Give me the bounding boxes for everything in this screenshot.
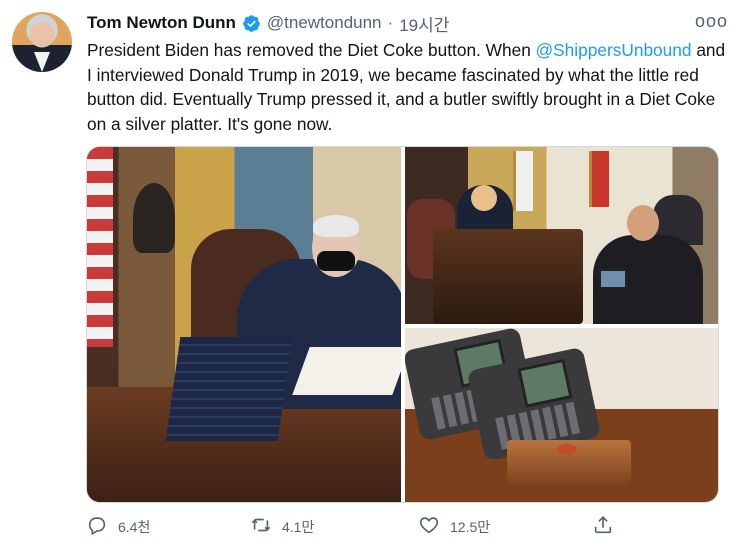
mention-link[interactable]: @ShippersUnbound — [536, 40, 692, 60]
tweet-actions-bar: 6.4천 4.1만 12.5만 — [86, 514, 726, 542]
reply-bubble-icon — [86, 514, 108, 539]
author-name[interactable]: Tom Newton Dunn — [87, 13, 236, 33]
desk-shape — [433, 229, 583, 324]
photo-phones-button[interactable] — [405, 328, 718, 502]
tweet-timestamp[interactable]: 19시간 — [399, 11, 449, 36]
red-button-shape — [557, 444, 577, 454]
flag-shape — [589, 151, 609, 207]
retweet-count: 4.1만 — [282, 518, 315, 535]
flag-shape — [513, 151, 533, 211]
like-count: 12.5만 — [450, 518, 491, 535]
photo-trump-interview[interactable] — [405, 147, 718, 324]
folder-stack-shape — [165, 337, 293, 441]
flag-shape — [87, 147, 113, 347]
tweet-media-grid — [86, 146, 719, 503]
retweet-button[interactable]: 4.1만 — [250, 514, 314, 539]
person-head-shape — [627, 205, 659, 241]
phone-screen-shape — [517, 358, 573, 408]
dot-separator: · — [387, 13, 394, 32]
verified-badge-icon — [242, 14, 261, 33]
person-hair-shape — [313, 215, 359, 237]
tweet-header: Tom Newton Dunn @tnewtondunn · 19시간 ooo — [87, 11, 728, 35]
avatar-shirt-collar — [34, 52, 50, 72]
heart-outline-icon — [418, 514, 440, 539]
bust-shape — [133, 183, 175, 253]
share-button[interactable] — [592, 514, 614, 539]
reply-button[interactable]: 6.4천 — [86, 514, 150, 539]
author-avatar[interactable] — [12, 12, 72, 72]
document-shape — [292, 347, 401, 395]
reply-count: 6.4천 — [118, 518, 151, 535]
tweet-text-part: President Biden has removed the Diet Cok… — [87, 40, 536, 60]
more-options-icon[interactable]: ooo — [695, 11, 728, 32]
tablet-shape — [599, 269, 627, 289]
retweet-arrows-icon — [250, 514, 272, 539]
face-mask-shape — [317, 251, 355, 271]
tweet-text: President Biden has removed the Diet Cok… — [87, 38, 727, 136]
photo-biden-signing[interactable] — [87, 147, 401, 502]
like-button[interactable]: 12.5만 — [418, 514, 490, 539]
author-handle[interactable]: @tnewtondunn — [267, 13, 382, 33]
share-upload-icon — [592, 514, 614, 539]
person-head-shape — [471, 185, 497, 211]
